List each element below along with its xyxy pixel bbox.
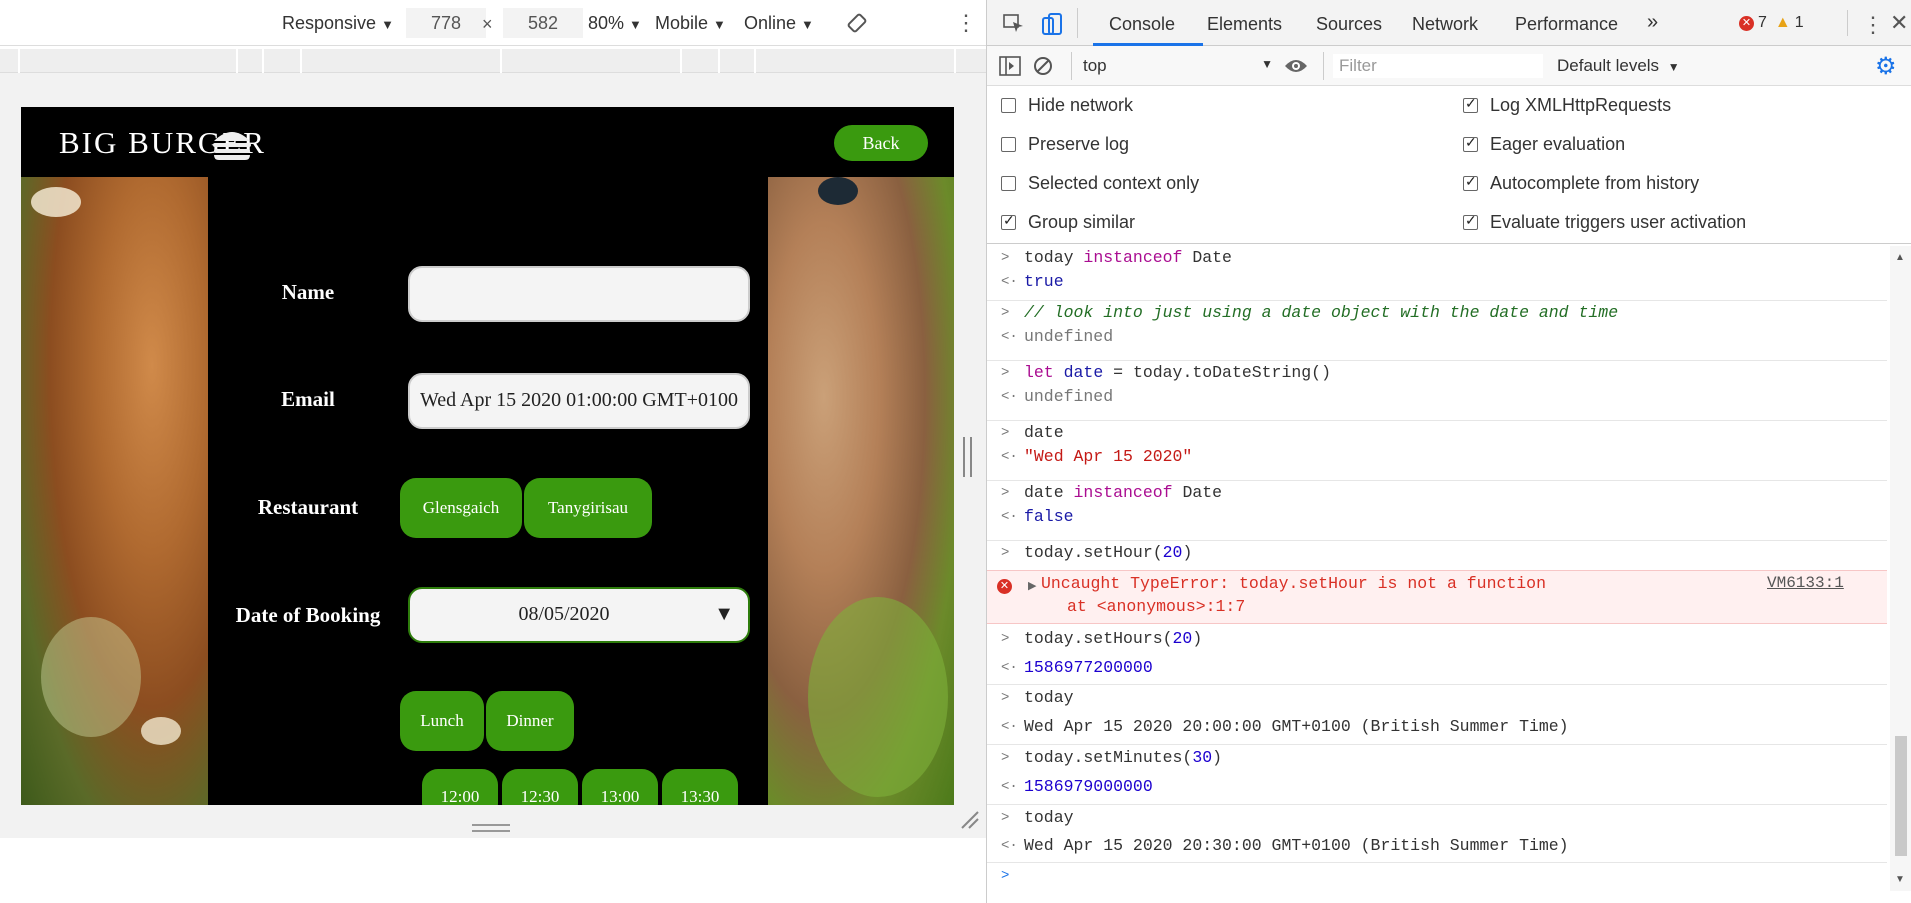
- time-option[interactable]: 13:30: [662, 769, 738, 805]
- console-scrollbar[interactable]: ▲ ▼: [1890, 246, 1911, 891]
- booking-form: Name Email Wed Apr 15 2020 01:00:00 GMT+…: [208, 177, 768, 805]
- chevron-down-icon: ▼: [713, 17, 726, 32]
- mode-label: Mobile: [655, 13, 709, 33]
- name-label: Name: [281, 280, 335, 304]
- network-label: Online: [744, 13, 797, 33]
- console-result-line: <· 1586979000000: [1001, 777, 1153, 796]
- time-option[interactable]: 13:00: [582, 769, 658, 805]
- burger-photo-left: [21, 177, 208, 805]
- email-label: Email: [281, 387, 335, 411]
- console-prompt[interactable]: >: [987, 864, 1887, 888]
- email-input[interactable]: Wed Apr 15 2020 01:00:00 GMT+0100: [408, 373, 750, 429]
- mode-select[interactable]: Mobile ▼: [655, 13, 726, 34]
- scrollbar-thumb[interactable]: [1895, 736, 1907, 856]
- chevron-down-icon: ▼: [714, 603, 734, 625]
- console-input-line: > today: [1001, 808, 1074, 827]
- height-resize-handle[interactable]: [472, 824, 510, 832]
- date-label: Date of Booking: [235, 603, 381, 627]
- meal-option-lunch[interactable]: Lunch: [400, 691, 484, 751]
- zoom-select[interactable]: 80% ▼: [588, 13, 642, 34]
- device-select[interactable]: Responsive ▼: [282, 13, 394, 34]
- devtools-panel: Console Elements Sources Network Perform…: [986, 0, 1911, 903]
- network-select[interactable]: Online ▼: [744, 13, 814, 34]
- time-option[interactable]: 12:30: [502, 769, 578, 805]
- chevron-down-icon: ▼: [801, 17, 814, 32]
- console-result-line: <· Wed Apr 15 2020 20:00:00 GMT+0100 (Bri…: [1001, 717, 1569, 736]
- zoom-label: 80%: [588, 13, 625, 33]
- pane-splitter[interactable]: [963, 437, 972, 477]
- more-options-icon[interactable]: ⋮: [955, 10, 977, 36]
- device-label: Responsive: [282, 13, 377, 33]
- corner-resize-handle[interactable]: [960, 810, 980, 830]
- console-input-line: > today.setMinutes(30): [1001, 748, 1223, 767]
- time-option[interactable]: 12:00: [422, 769, 498, 805]
- height-input[interactable]: 582: [503, 8, 583, 38]
- restaurant-option-tanygirisau[interactable]: Tanygirisau: [524, 478, 652, 538]
- date-value: 08/05/2020: [518, 603, 610, 625]
- console-output-continued: > today.setHours(20) <· 1586977200000 > tod…: [987, 0, 1887, 903]
- site-navbar: BIG BURGER Back: [21, 107, 954, 177]
- burger-icon: [213, 132, 251, 160]
- chevron-down-icon: ▼: [381, 17, 394, 32]
- device-emulation-pane: Responsive ▼ 778 × 582 80% ▼ Mobile ▼ Onlin…: [0, 0, 986, 903]
- console-result-line: <· 1586977200000: [1001, 658, 1153, 677]
- meal-option-dinner[interactable]: Dinner: [486, 691, 574, 751]
- restaurant-option-glensgaich[interactable]: Glensgaich: [400, 478, 522, 538]
- close-icon[interactable]: ✕: [1890, 10, 1908, 36]
- back-button[interactable]: Back: [834, 125, 928, 161]
- times-separator: ×: [482, 14, 493, 34]
- burger-photo-right: [768, 177, 954, 805]
- media-query-ruler: [0, 49, 986, 73]
- console-result-line: <· Wed Apr 15 2020 20:30:00 GMT+0100 (Bri…: [1001, 836, 1569, 855]
- emulated-page: BIG BURGER Back Name Email Wed Apr 15 20…: [21, 107, 954, 805]
- chevron-down-icon: ▼: [629, 17, 642, 32]
- width-input[interactable]: 778: [406, 8, 486, 38]
- date-picker[interactable]: 08/05/2020 ▼: [408, 587, 750, 643]
- restaurant-label: Restaurant: [257, 495, 359, 519]
- console-input-line: > today: [1001, 688, 1074, 707]
- device-toolbar: Responsive ▼ 778 × 582 80% ▼ Mobile ▼ Onlin…: [0, 0, 986, 46]
- rotate-icon[interactable]: [846, 12, 868, 39]
- console-input-line: > today.setHours(20): [1001, 629, 1203, 648]
- name-input[interactable]: [408, 266, 750, 322]
